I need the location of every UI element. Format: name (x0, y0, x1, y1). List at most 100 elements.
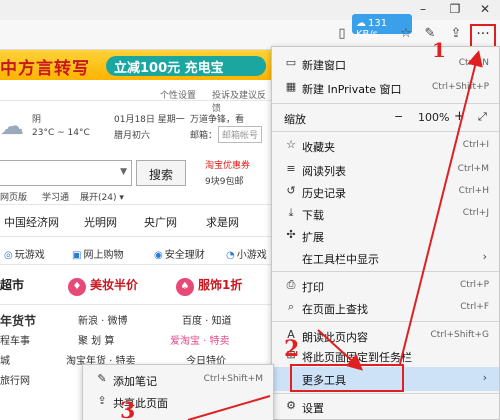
menu-item-label: 将此页面固定到任务栏 (302, 351, 412, 364)
menu-item-favorites[interactable]: ☆ 收藏夹 Ctrl+I (272, 135, 499, 157)
extensions-icon: ✣ (286, 228, 296, 241)
shirt-icon: ♠ (176, 278, 194, 296)
submenu-item-add-notes[interactable]: ✎ 添加笔记 Ctrl+Shift+M (83, 369, 273, 391)
reading-view-icon[interactable]: ▯ (332, 26, 352, 41)
tab-web[interactable]: 网页版 (0, 190, 27, 203)
shopping-link[interactable]: ▣ 网上购物 (72, 246, 123, 261)
promo-pill[interactable]: 立减100元 充电宝 (106, 56, 266, 76)
inprivate-icon: ▦ (285, 80, 297, 93)
menu-item-downloads[interactable]: ⤓ 下载 Ctrl+J (272, 203, 499, 225)
list-item[interactable]: 聚 划 算 (78, 332, 114, 347)
list-item[interactable]: 百度 · 知道 (182, 312, 232, 327)
annotation-highlight-box (290, 364, 404, 392)
menu-item-shortcut: Ctrl+H (458, 186, 489, 196)
minigames-label: 小游戏 (236, 250, 267, 261)
menu-item-history[interactable]: ↺ 历史记录 Ctrl+H (272, 181, 499, 203)
divider (0, 204, 272, 205)
clothing-label: 服饰1折 (198, 278, 243, 292)
zoom-in-button[interactable]: + (454, 109, 465, 124)
minigames-link[interactable]: ◔ 小游戏 (226, 246, 267, 261)
menu-item-label: 设置 (302, 402, 324, 415)
menu-item-new-window[interactable]: ▭ 新建窗口 Ctrl+N (272, 53, 499, 75)
list-item[interactable]: 旅行网 (0, 372, 30, 387)
menu-item-show-in-toolbar[interactable]: 在工具栏中显示 › (272, 247, 499, 269)
menu-separator (272, 131, 499, 132)
list-item[interactable]: 程车事 (0, 332, 30, 347)
divider (0, 100, 272, 101)
games-label: 玩游戏 (14, 250, 45, 261)
finance-link[interactable]: ◉ 安全理财 (154, 246, 205, 261)
close-button[interactable]: ✕ (474, 2, 496, 16)
search-button[interactable]: 搜索 (136, 160, 186, 186)
download-icon: ⤓ (288, 206, 294, 219)
favorites-star-icon[interactable]: ☆ (396, 26, 416, 41)
lipstick-icon: ♦ (68, 278, 86, 296)
add-notes-icon: ✎ (97, 372, 107, 385)
menu-item-extensions[interactable]: ✣ 扩展 (272, 225, 499, 247)
settings-icon: ⚙ (286, 399, 296, 412)
share-icon[interactable]: ⇪ (446, 26, 466, 41)
site-link[interactable]: 中国经济网 (4, 214, 59, 230)
menu-item-label: 下载 (302, 209, 324, 222)
menu-item-label: 阅读列表 (302, 165, 346, 178)
menu-item-settings[interactable]: ⚙ 设置 (272, 396, 499, 418)
weather-condition: 阴 (32, 115, 42, 125)
menu-separator (272, 393, 499, 394)
search-input[interactable]: ▼ (0, 160, 132, 186)
history-icon: ↺ (286, 184, 296, 197)
clothing-link[interactable]: ♠ 服饰1折 (176, 276, 242, 296)
menu-item-find[interactable]: ⌕ 在页面上查找 Ctrl+F (272, 297, 499, 319)
menu-item-shortcut: Ctrl+P (460, 280, 489, 290)
news-headline[interactable]: 万道争锋，看 (190, 112, 244, 125)
cloud-icon: ☁ (356, 18, 366, 29)
list-item[interactable]: 年货节 (0, 312, 36, 329)
beauty-link[interactable]: ♦ 美妆半价 (68, 276, 138, 296)
dropdown-arrow-icon[interactable]: ▼ (120, 167, 127, 177)
shopping-label: 网上购物 (83, 250, 124, 261)
date-text: 01月18日 星期一 (114, 115, 185, 125)
supermarket-link[interactable]: 超市 (0, 276, 24, 293)
minimize-button[interactable]: – (412, 2, 434, 16)
games-link[interactable]: ◎ 玩游戏 (4, 246, 45, 261)
menu-item-label: 在页面上查找 (302, 303, 368, 316)
more-settings-button[interactable]: ··· (470, 24, 496, 48)
tab-expand[interactable]: 展开(24) ▾ (80, 190, 124, 203)
menu-item-label: 扩展 (302, 231, 324, 244)
menu-separator (272, 103, 499, 104)
site-link[interactable]: 光明网 (84, 214, 117, 230)
zoom-out-button[interactable]: − (394, 110, 403, 123)
menu-item-new-inprivate[interactable]: ▦ 新建 InPrivate 窗口 Ctrl+Shift+P (272, 77, 499, 99)
discount-link[interactable]: 9块9包邮 (205, 174, 243, 187)
submenu-item-share[interactable]: ⇪ 共享此页面 (83, 391, 273, 413)
site-link[interactable]: 求是网 (206, 214, 239, 230)
list-item[interactable]: 新浪 · 微博 (78, 312, 128, 327)
menu-item-reading-list[interactable]: ≡ 阅读列表 Ctrl+M (272, 159, 499, 181)
menu-item-shortcut: Ctrl+Shift+G (430, 330, 489, 340)
menu-item-label: 历史记录 (302, 187, 346, 200)
site-link[interactable]: 央广网 (144, 214, 177, 230)
feedback-link[interactable]: 投诉及建议反馈 (212, 88, 272, 114)
menu-item-shortcut: Ctrl+J (462, 208, 489, 218)
lunar-date: 腊月初六 (114, 131, 151, 141)
menu-item-print[interactable]: ⎙ 打印 Ctrl+P (272, 275, 499, 297)
menu-item-shortcut: Ctrl+Shift+M (203, 374, 263, 384)
list-item[interactable]: 城 (0, 352, 10, 367)
divider (0, 304, 272, 305)
divider (0, 236, 272, 237)
weather-temp: 23°C ~ 14°C (32, 128, 90, 138)
menu-item-label: 新建窗口 (302, 59, 346, 72)
favorites-icon: ☆ (286, 138, 296, 151)
tab-study[interactable]: 学习通 (42, 190, 69, 203)
menu-item-read-aloud[interactable]: A 朗读此页内容 Ctrl+Shift+G (272, 325, 499, 347)
banner-text[interactable]: 中方言转写 (0, 54, 90, 79)
new-window-icon: ▭ (285, 56, 297, 69)
coupon-link[interactable]: 淘宝优惠券 (205, 158, 250, 171)
cloud-weather-icon: ☁ (0, 112, 24, 140)
menu-item-label: 在工具栏中显示 (302, 253, 379, 266)
cart-icon: ▣ (72, 250, 82, 261)
restore-button[interactable]: ❐ (444, 2, 466, 16)
fullscreen-icon[interactable]: ⤢ (478, 110, 487, 124)
list-item[interactable]: 爱淘宝 · 特卖 (170, 332, 230, 347)
email-input[interactable]: 邮箱帐号 (218, 126, 263, 143)
game-icon: ◔ (226, 250, 235, 261)
